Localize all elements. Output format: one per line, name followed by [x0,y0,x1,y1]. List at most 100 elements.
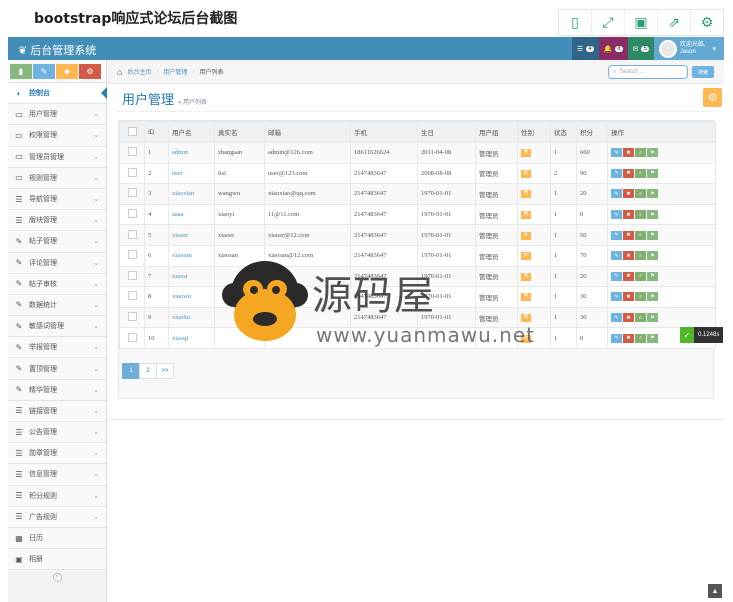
row-checkbox[interactable] [128,209,137,219]
scroll-to-top-button[interactable]: ▲ [708,584,722,598]
tasks-button[interactable]: ☰ 4 [571,37,599,60]
search-icon[interactable]: ⌕ [635,333,646,343]
sidebar-item[interactable]: ✎ 敏感词管理 ⌄ [8,316,106,338]
trash-icon[interactable]: ✖ [623,292,634,302]
users-shortcut-icon[interactable]: ☻ [56,64,78,79]
cell-username[interactable]: admin [168,142,215,164]
page-link[interactable]: >> [156,363,174,379]
sidebar-collapse[interactable]: « [8,570,106,584]
cell-username[interactable]: xiaoer [168,224,215,246]
cell-username[interactable]: xiaoxiao [168,183,215,205]
row-checkbox[interactable] [128,332,137,342]
flag-icon[interactable]: ⚑ [647,230,658,240]
fullscreen-icon[interactable]: ⤢ [592,10,625,35]
trash-icon[interactable]: ✖ [623,148,634,158]
row-checkbox[interactable] [128,291,137,301]
cell-username[interactable]: xiaosi [168,265,215,288]
notifications-button[interactable]: 🔔 8 [598,37,628,60]
sidebar-item[interactable]: ☰ 信息管理 ⌄ [8,464,106,486]
search-icon[interactable]: ⌕ [635,148,646,158]
flag-icon[interactable]: ⚑ [647,251,658,261]
sidebar-item[interactable]: ✎ 精华管理 ⌄ [8,379,106,401]
edit-icon[interactable]: ✎ [611,251,622,261]
edit-icon[interactable]: ✎ [611,168,622,178]
search-icon[interactable]: ⌕ [635,313,646,323]
trash-icon[interactable]: ✖ [623,333,634,343]
sidebar-item[interactable]: ✎ 评论管理 ⌄ [8,252,106,274]
messages-button[interactable]: ✉ 5 [627,37,654,60]
sidebar-item[interactable]: ▦ 日历 [8,527,106,550]
cell-username[interactable]: xiaoliu [168,306,215,329]
search-icon[interactable]: ⌕ [635,251,646,261]
pencil-shortcut-icon[interactable]: ✎ [33,64,55,79]
row-checkbox[interactable] [128,312,137,322]
page-link[interactable]: 2 [139,363,157,379]
search-icon[interactable]: ⌕ [635,230,646,240]
edit-icon[interactable]: ✎ [611,210,622,220]
cell-username[interactable]: xiaoqi [168,327,215,349]
edit-icon[interactable]: ✎ [611,333,622,343]
sidebar-item[interactable]: ✎ 举报管理 ⌄ [8,337,106,359]
edit-icon[interactable]: ✎ [611,148,622,158]
sidebar-item[interactable]: ☰ 勋章管理 ⌄ [8,443,106,465]
settings-icon[interactable]: ⚙ [703,88,722,107]
row-checkbox[interactable] [128,188,137,198]
row-checkbox[interactable] [128,167,137,177]
row-checkbox[interactable] [128,229,137,239]
cell-username[interactable]: aaaa [168,203,215,226]
trash-icon[interactable]: ✖ [623,251,634,261]
row-checkbox[interactable] [128,250,137,260]
cogs-shortcut-icon[interactable]: ⚙ [79,64,101,79]
sidebar-item[interactable]: ✎ 数据统计 ⌄ [8,294,106,317]
flag-icon[interactable]: ⚑ [647,168,658,178]
sidebar-item[interactable]: ☰ 版块管理 ⌄ [8,210,106,232]
sidebar-item[interactable]: ✎ 帖子管理 ⌄ [8,231,106,253]
search-icon[interactable]: ⌕ [635,168,646,178]
edit-icon[interactable]: ✎ [611,292,622,302]
edit-icon[interactable]: ✎ [611,313,622,323]
sidebar-item[interactable]: ☰ 广告规则 ⌄ [8,506,106,528]
search-input[interactable]: ⌕ Search ... [608,65,688,79]
flag-icon[interactable]: ⚑ [647,333,658,343]
flag-icon[interactable]: ⚑ [647,210,658,220]
select-all-checkbox[interactable] [128,126,137,136]
user-menu[interactable]: 欢迎光临, Jason ▾ [653,37,724,60]
trash-icon[interactable]: ✖ [623,313,634,323]
sidebar-item[interactable]: ☰ 积分规则 ⌄ [8,485,106,507]
search-icon[interactable]: ⌕ [635,292,646,302]
flag-icon[interactable]: ⚑ [647,189,658,199]
flag-icon[interactable]: ⚑ [647,271,658,281]
search-icon[interactable]: ⌕ [635,210,646,220]
cell-username[interactable]: xiaowu [168,286,215,308]
sidebar-item[interactable]: ✎ 帖子审核 ⌄ [8,273,106,295]
row-checkbox[interactable] [128,270,137,280]
share-icon[interactable]: ⇗ [658,10,691,35]
gear-icon[interactable]: ⚙ [691,10,723,35]
flag-icon[interactable]: ⚑ [647,148,658,158]
trash-icon[interactable]: ✖ [623,230,634,240]
sidebar-item[interactable]: ☰ 链接管理 ⌄ [8,400,106,422]
search-icon[interactable]: ⌕ [635,271,646,281]
sidebar-item[interactable]: ✎ 置顶管理 ⌄ [8,358,106,380]
stats-shortcut-icon[interactable]: ▮ [10,64,32,79]
sidebar-item[interactable]: ▭ 用户管理 ⌄ [8,104,106,126]
search-icon[interactable]: ⌕ [635,189,646,199]
sidebar-item[interactable]: ▣ 相册 [8,549,106,571]
sidebar-item[interactable]: ▭ 管理员管理 ⌄ [8,146,106,168]
sidebar-item[interactable]: ▭ 权限管理 ⌄ [8,125,106,147]
row-checkbox[interactable] [128,147,137,157]
breadcrumb-section[interactable]: 用户管理 [163,67,187,76]
trash-icon[interactable]: ✖ [623,189,634,199]
brand[interactable]: ❦ 后台管理系统 [18,42,96,58]
sidebar-item[interactable]: ☰ 导航管理 ⌄ [8,188,106,211]
breadcrumb-home[interactable]: 后台主页 [127,67,151,76]
page-link[interactable]: 1 [122,363,140,379]
edit-icon[interactable]: ✎ [611,230,622,240]
flag-icon[interactable]: ⚑ [647,292,658,302]
cell-username[interactable]: xiaosan [168,244,215,267]
trash-icon[interactable]: ✖ [623,168,634,178]
flag-icon[interactable]: ⚑ [647,313,658,323]
search-button[interactable]: 搜索 [692,66,714,78]
edit-icon[interactable]: ✎ [611,271,622,281]
cell-username[interactable]: user [168,162,215,185]
